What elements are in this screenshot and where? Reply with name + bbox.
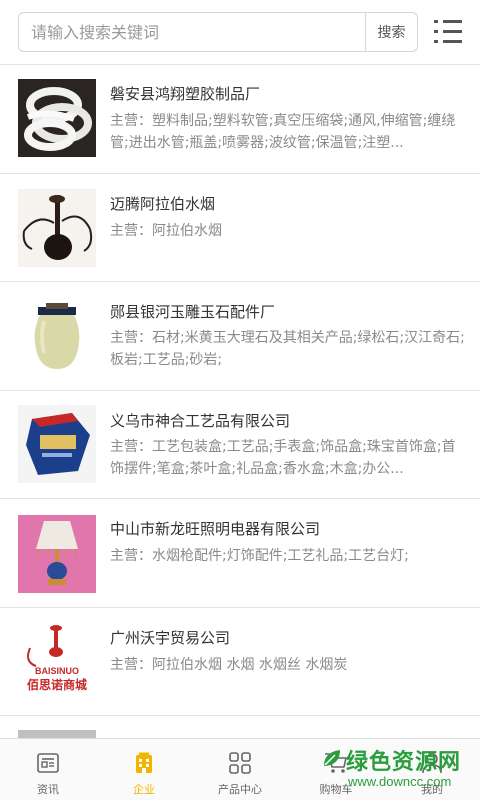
company-description: 主营：阿拉伯水烟 水烟 水烟丝 水烟炭 bbox=[110, 657, 348, 673]
tab-label: 我的 bbox=[421, 783, 443, 796]
company-thumbnail[interactable] bbox=[18, 79, 96, 157]
company-name[interactable]: 磐安县鸿翔塑胶制品厂 bbox=[110, 83, 260, 104]
list-item[interactable] bbox=[0, 716, 480, 738]
company-icon bbox=[136, 752, 152, 773]
news-icon bbox=[37, 753, 59, 773]
company-name[interactable]: 中山市新龙旺照明电器有限公司 bbox=[110, 518, 320, 539]
company-description: 主营：石材;米黄玉大理石及其相关产品;绿松石;汉江奇石;板岩;工艺品;砂岩; bbox=[110, 330, 465, 368]
tab-label: 资讯 bbox=[37, 783, 59, 796]
company-list: 磐安县鸿翔塑胶制品厂 主营：塑料制品;塑料软管;真空压缩袋;通风,伸缩管;缠绕管… bbox=[0, 65, 480, 738]
company-thumbnail[interactable] bbox=[18, 515, 96, 593]
company-thumbnail[interactable] bbox=[18, 189, 96, 267]
list-item[interactable]: 中山市新龙旺照明电器有限公司 主营：水烟枪配件;灯饰配件;工艺礼品;工艺台灯; bbox=[0, 499, 480, 608]
tab-company[interactable]: 企业 bbox=[96, 739, 192, 800]
cart-icon bbox=[325, 753, 347, 773]
company-description: 主营：塑料制品;塑料软管;真空压缩袋;通风,伸缩管;缠绕管;进出水管;瓶盖;喷雾… bbox=[110, 113, 456, 151]
user-icon bbox=[422, 753, 442, 774]
tab-news[interactable]: 资讯 bbox=[0, 739, 96, 800]
list-item[interactable]: 义乌市神合工艺品有限公司 主营：工艺包装盒;工艺品;手表盒;饰品盒;珠宝首饰盒;… bbox=[0, 391, 480, 499]
menu-icon[interactable] bbox=[434, 17, 466, 47]
tab-label: 产品中心 bbox=[218, 783, 262, 796]
company-name[interactable]: 郧县银河玉雕玉石配件厂 bbox=[110, 301, 275, 322]
list-item[interactable]: 磐安县鸿翔塑胶制品厂 主营：塑料制品;塑料软管;真空压缩袋;通风,伸缩管;缠绕管… bbox=[0, 65, 480, 174]
company-thumbnail[interactable] bbox=[18, 730, 96, 738]
tab-products[interactable]: 产品中心 bbox=[192, 739, 288, 800]
tab-mine[interactable]: 我的 bbox=[384, 739, 480, 800]
company-thumbnail[interactable] bbox=[18, 297, 96, 375]
list-item[interactable]: 迈腾阿拉伯水烟 主营：阿拉伯水烟 bbox=[0, 174, 480, 282]
company-description: 主营：工艺包装盒;工艺品;手表盒;饰品盒;珠宝首饰盒;首饰摆件;笔盒;茶叶盒;礼… bbox=[110, 439, 456, 477]
tab-label: 企业 bbox=[133, 783, 155, 796]
logo-text-cn: 佰思诺商城 bbox=[27, 677, 87, 692]
tab-label: 购物车 bbox=[319, 783, 353, 796]
bottom-tab-bar: 资讯 企业 产品中心 购物车 我的 bbox=[0, 738, 480, 800]
tab-cart[interactable]: 购物车 bbox=[288, 739, 384, 800]
search-input[interactable] bbox=[31, 13, 366, 51]
company-thumbnail[interactable]: BAISINUO 佰思诺商城 bbox=[18, 622, 96, 700]
grid-icon bbox=[229, 752, 251, 774]
company-name[interactable]: 义乌市神合工艺品有限公司 bbox=[110, 410, 290, 431]
company-name[interactable]: 迈腾阿拉伯水烟 bbox=[110, 193, 215, 214]
search-box: 搜索 bbox=[18, 12, 418, 52]
list-item[interactable]: 郧县银河玉雕玉石配件厂 主营：石材;米黄玉大理石及其相关产品;绿松石;汉江奇石;… bbox=[0, 282, 480, 391]
company-name[interactable]: 广州沃宇贸易公司 bbox=[110, 627, 230, 648]
company-description: 主营：水烟枪配件;灯饰配件;工艺礼品;工艺台灯; bbox=[110, 548, 409, 564]
search-bar: 搜索 bbox=[0, 0, 480, 64]
company-thumbnail[interactable] bbox=[18, 405, 96, 483]
company-description: 主营：阿拉伯水烟 bbox=[110, 223, 222, 239]
logo-text-en: BAISINUO bbox=[35, 666, 79, 676]
search-button[interactable]: 搜索 bbox=[365, 13, 417, 51]
list-item[interactable]: BAISINUO 佰思诺商城 广州沃宇贸易公司 主营：阿拉伯水烟 水烟 水烟丝 … bbox=[0, 608, 480, 716]
